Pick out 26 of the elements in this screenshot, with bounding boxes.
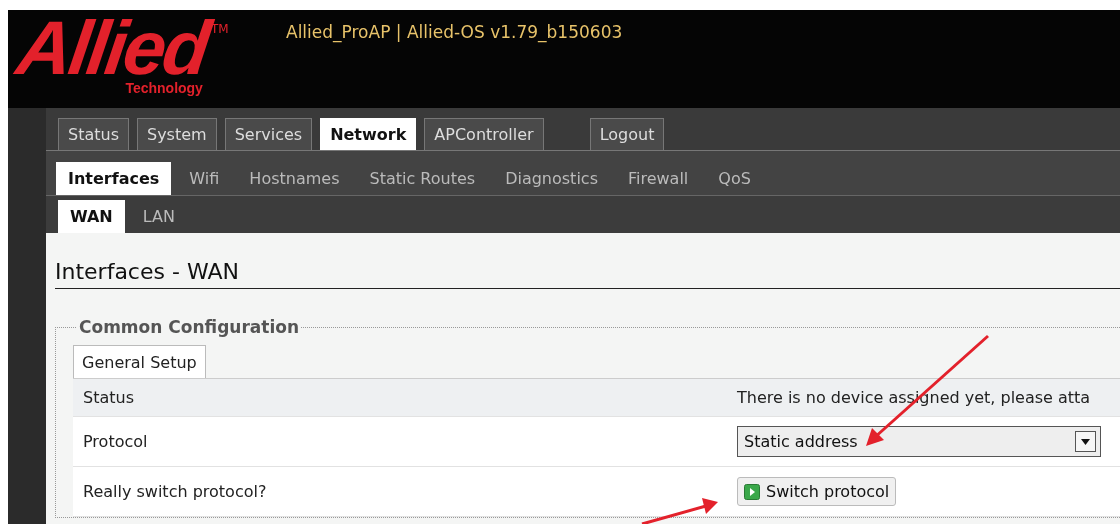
- logout-tab[interactable]: Logout: [589, 118, 665, 150]
- section-tab[interactable]: General Setup: [73, 345, 206, 378]
- interface-tab[interactable]: LAN: [130, 200, 187, 233]
- dropdown-icon: [1075, 431, 1096, 452]
- nav-tab[interactable]: Status: [58, 118, 129, 150]
- nav-tab[interactable]: Services: [224, 118, 313, 150]
- subnav-tab[interactable]: Wifi: [177, 162, 232, 195]
- device-title: Allied_ProAP | Allied-OS v1.79_b150603: [286, 22, 623, 45]
- section-legend: Common Configuration: [77, 317, 301, 337]
- field-label: Status: [82, 388, 135, 407]
- subnav-tab[interactable]: Hostnames: [237, 162, 352, 195]
- subnav-tab[interactable]: Diagnostics: [493, 162, 610, 195]
- field-label: Really switch protocol?: [82, 482, 268, 501]
- subnav-tab[interactable]: Interfaces: [56, 162, 172, 195]
- subnav-tab[interactable]: Static Routes: [357, 162, 488, 195]
- field-label: Protocol: [82, 432, 149, 451]
- protocol-select[interactable]: Static address: [737, 426, 1101, 457]
- subnav-tab[interactable]: Firewall: [615, 162, 701, 195]
- interface-tab[interactable]: WAN: [58, 200, 125, 233]
- nav-tab[interactable]: System: [137, 118, 217, 150]
- page-title: Interfaces - WAN: [55, 259, 1120, 289]
- play-icon: [744, 483, 760, 500]
- nav-tab[interactable]: Network: [320, 118, 417, 150]
- subnav-tab[interactable]: QoS: [706, 162, 763, 195]
- switch-protocol-button[interactable]: Switch protocol: [737, 477, 897, 506]
- nav-tab[interactable]: APController: [424, 118, 544, 150]
